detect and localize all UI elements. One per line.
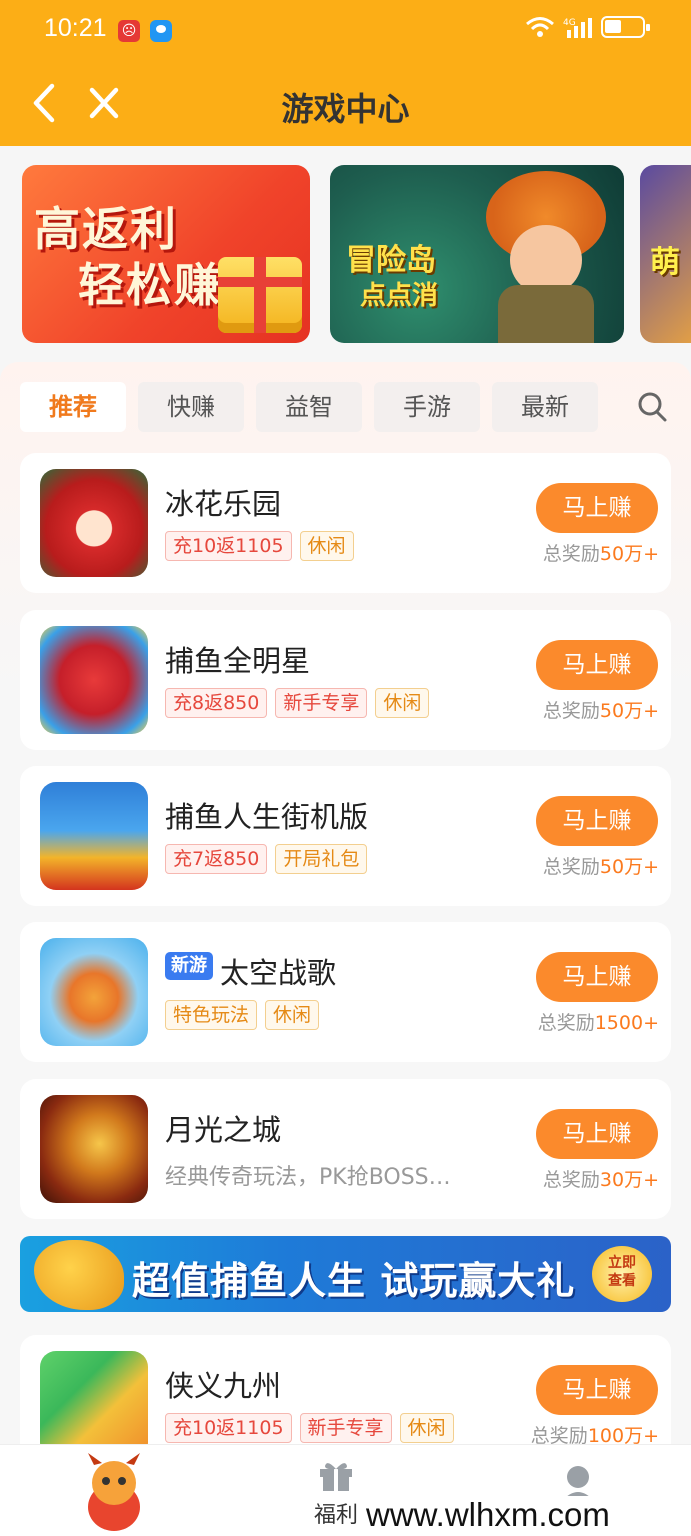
- cta-line: 查看: [608, 1273, 636, 1289]
- banner-carousel: 高返利 轻松赚 冒险岛 点点消 萌: [0, 165, 691, 345]
- game-tag: 新手专享: [275, 688, 368, 718]
- game-name: 捕鱼人生街机版: [165, 800, 369, 834]
- search-icon[interactable]: [636, 390, 668, 424]
- game-tag: 特色玩法: [165, 1000, 258, 1030]
- promo-banner[interactable]: 超值捕鱼人生 试玩赢大礼 立即查看: [20, 1236, 671, 1312]
- tab-puzzle[interactable]: 益智: [256, 382, 362, 432]
- game-tags: 特色玩法 休闲: [165, 1000, 320, 1030]
- reward-label: 总奖励: [542, 700, 600, 722]
- fish-mascot-icon: [34, 1240, 124, 1310]
- notification-app-icon: ☹: [118, 20, 140, 42]
- category-tabs: 推荐 快赚 益智 手游 最新: [20, 382, 598, 432]
- network-type-label: 4G: [563, 18, 576, 28]
- earn-now-button[interactable]: 马上赚: [536, 483, 658, 533]
- game-card[interactable]: 捕鱼全明星 充8返850 新手专享 休闲 马上赚 总奖励50万+: [20, 610, 671, 750]
- total-reward: 总奖励30万+: [543, 1165, 659, 1192]
- total-reward: 总奖励50万+: [543, 539, 659, 566]
- game-tag: 充10返1105: [165, 531, 292, 561]
- status-bar: 10:21 ☹ 4G: [0, 0, 691, 62]
- santa-game-icon: [40, 469, 148, 577]
- octopus-game-icon: [40, 626, 148, 734]
- status-time: 10:21: [44, 14, 107, 42]
- total-reward: 总奖励1500+: [538, 1008, 659, 1035]
- chat-app-icon: [150, 20, 172, 42]
- reward-label: 总奖励: [537, 1012, 595, 1034]
- tab-recommend[interactable]: 推荐: [20, 382, 126, 432]
- game-tag: 充7返850: [165, 844, 268, 874]
- game-tag: 充8返850: [165, 688, 268, 718]
- reward-amount: 50万+: [599, 543, 659, 565]
- earn-now-button[interactable]: 马上赚: [536, 796, 658, 846]
- signal-icon: 4G: [563, 18, 592, 38]
- new-game-badge: 新游: [165, 952, 213, 980]
- plane-game-icon: [40, 938, 148, 1046]
- banner-subtitle: 点点消: [360, 281, 439, 311]
- earn-now-button[interactable]: 马上赚: [536, 640, 658, 690]
- game-name: 月光之城: [165, 1113, 282, 1147]
- nav-bar: 游戏中心: [0, 62, 691, 146]
- reward-amount: 30万+: [599, 1169, 659, 1191]
- earn-now-button[interactable]: 马上赚: [536, 1365, 658, 1415]
- game-card[interactable]: 冰花乐园 充10返1105 休闲 马上赚 总奖励50万+: [20, 453, 671, 593]
- game-card[interactable]: 月光之城 经典传奇玩法，PK抢BOSS… 马上赚 总奖励30万+: [20, 1079, 671, 1219]
- game-name: 捕鱼全明星: [165, 644, 311, 678]
- tab-quick-earn[interactable]: 快赚: [138, 382, 244, 432]
- earn-now-button[interactable]: 马上赚: [536, 952, 658, 1002]
- game-card[interactable]: 新游 太空战歌 特色玩法 休闲 马上赚 总奖励1500+: [20, 922, 671, 1062]
- tab-newest[interactable]: 最新: [492, 382, 598, 432]
- reward-amount: 50万+: [599, 856, 659, 878]
- game-card[interactable]: 捕鱼人生街机版 充7返850 开局礼包 马上赚 总奖励50万+: [20, 766, 671, 906]
- total-reward: 总奖励50万+: [543, 696, 659, 723]
- game-name: 侠义九州: [165, 1369, 282, 1403]
- game-tag: 休闲: [399, 1413, 454, 1443]
- total-reward: 总奖励50万+: [543, 852, 659, 879]
- earn-now-button[interactable]: 马上赚: [536, 1109, 658, 1159]
- banner-subtitle: 轻松赚: [78, 258, 222, 312]
- game-tag: 新手专享: [299, 1413, 392, 1443]
- reward-amount: 50万+: [599, 700, 659, 722]
- game-tags: 充10返1105 休闲: [165, 531, 354, 561]
- banner-title: 冒险岛: [346, 243, 436, 278]
- banner-adventure-island[interactable]: 冒险岛 点点消: [330, 165, 624, 343]
- reward-amount: 1500+: [594, 1012, 659, 1034]
- reward-label: 总奖励: [542, 543, 600, 565]
- shark-game-icon: [40, 782, 148, 890]
- game-tags: 充7返850 开局礼包: [165, 844, 368, 874]
- tab-mobile-games[interactable]: 手游: [374, 382, 480, 432]
- game-tag: 充10返1105: [165, 1413, 292, 1443]
- game-tags: 充10返1105 新手专享 休闲: [165, 1413, 454, 1443]
- reward-label: 总奖励: [542, 1169, 600, 1191]
- watermark-text: www.wlhxm.com: [360, 1496, 616, 1536]
- page-title: 游戏中心: [281, 90, 410, 128]
- gift-icon: [320, 1463, 352, 1491]
- game-tag: 休闲: [299, 531, 354, 561]
- promo-text: 超值捕鱼人生 试玩赢大礼: [132, 1259, 576, 1303]
- game-name: 太空战歌: [220, 956, 337, 990]
- game-description: 经典传奇玩法，PK抢BOSS…: [165, 1165, 451, 1190]
- game-tag: 休闲: [375, 688, 430, 718]
- view-now-button[interactable]: 立即 查看: [592, 1246, 652, 1302]
- banner-title: 萌: [650, 245, 680, 280]
- warrior-game-icon: [40, 1095, 148, 1203]
- mascot-tab-icon[interactable]: [70, 1451, 158, 1535]
- status-indicators: 4G: [525, 16, 650, 38]
- battery-icon: [601, 16, 650, 38]
- game-tag: 开局礼包: [275, 844, 368, 874]
- banner-high-rebate[interactable]: 高返利 轻松赚: [22, 165, 310, 343]
- lion-game-icon: [40, 1351, 148, 1459]
- cta-line: 立即: [608, 1255, 636, 1271]
- character-body: [498, 285, 594, 343]
- wifi-icon: [526, 17, 554, 37]
- banner-third[interactable]: 萌: [640, 165, 691, 343]
- game-name: 冰花乐园: [165, 487, 282, 521]
- reward-label: 总奖励: [542, 856, 600, 878]
- game-tag: 休闲: [265, 1000, 320, 1030]
- game-tags: 充8返850 新手专享 休闲: [165, 688, 430, 718]
- gift-box-icon: [218, 257, 302, 333]
